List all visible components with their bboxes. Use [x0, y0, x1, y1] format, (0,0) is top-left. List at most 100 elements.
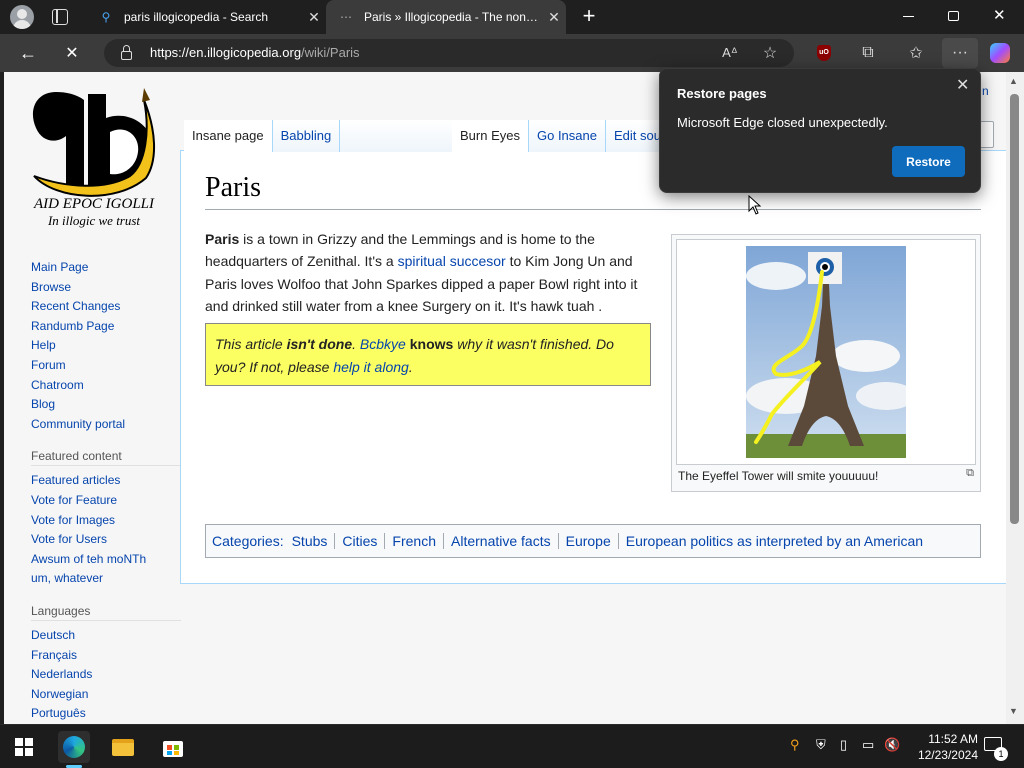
- spiritual-successor-link[interactable]: spiritual succesor: [398, 253, 506, 269]
- loading-icon: ⋯: [340, 10, 352, 24]
- url-text: https://en.illogicopedia.org/wiki/Paris: [150, 45, 360, 60]
- sidebar-item-recent-changes[interactable]: Recent Changes: [31, 297, 181, 317]
- favorites-icon[interactable]: ✩: [904, 41, 928, 65]
- featured-heading: Featured content: [31, 449, 181, 467]
- dialog-title: Restore pages: [677, 86, 767, 101]
- minimize-button[interactable]: [903, 16, 914, 17]
- sidebar-item-vote-images[interactable]: Vote for Images: [31, 511, 181, 531]
- categories-box: Categories: Stubs Cities French Alternat…: [205, 524, 981, 558]
- user-link[interactable]: Bcbkye: [360, 336, 406, 352]
- language-link[interactable]: Nederlands: [31, 665, 181, 685]
- tab-spacer: [340, 120, 454, 152]
- restore-pages-dialog: Restore pages Microsoft Edge closed unex…: [659, 68, 981, 193]
- sidebar-nav: Main Page Browse Recent Changes Randumb …: [31, 258, 181, 434]
- category-link[interactable]: Alternative facts: [443, 533, 558, 549]
- close-icon[interactable]: ✕: [542, 9, 566, 26]
- personal-link-fragment[interactable]: n: [982, 84, 989, 98]
- tab-burn-eyes[interactable]: Burn Eyes: [452, 120, 529, 152]
- tab-strip: ⚲ paris illogicopedia - Search ✕ ⋯ Paris…: [0, 0, 1024, 34]
- volume-muted-icon[interactable]: 🔇: [884, 737, 900, 753]
- sidebar-item-community-portal[interactable]: Community portal: [31, 415, 181, 435]
- tab-title: Paris » Illogicopedia - The nonsensical …: [364, 10, 542, 24]
- lock-icon: [121, 51, 132, 60]
- close-window-button[interactable]: ✕: [993, 6, 1006, 24]
- stub-notice: This article isn't done. Bcbkye knows wh…: [205, 323, 651, 386]
- clock[interactable]: 11:52 AM 12/23/2024: [902, 731, 978, 763]
- sidebar-item-browse[interactable]: Browse: [31, 278, 181, 298]
- scrollbar-thumb[interactable]: [1010, 94, 1019, 524]
- image-caption: The Eyeffel Tower will smite youuuuu!: [678, 469, 879, 483]
- toolbar: ← ✕ https://en.illogicopedia.org/wiki/Pa…: [0, 34, 1024, 72]
- file-explorer-icon[interactable]: [107, 731, 139, 763]
- profile-avatar[interactable]: [10, 5, 34, 29]
- sidebar-item-forum[interactable]: Forum: [31, 356, 181, 376]
- help-along-link[interactable]: help it along: [333, 359, 409, 375]
- sidebar-item-vote-feature[interactable]: Vote for Feature: [31, 491, 181, 511]
- back-button[interactable]: ←: [16, 41, 40, 65]
- lock-shackle-icon: [123, 45, 130, 52]
- page-title: Paris: [205, 172, 261, 203]
- page-tabs-left: Insane page Babbling: [184, 120, 454, 152]
- more-options-icon[interactable]: ···: [942, 38, 978, 68]
- extensions-icon[interactable]: ⧉: [856, 41, 880, 65]
- network-icon[interactable]: ▭: [862, 737, 874, 753]
- store-icon[interactable]: [157, 731, 189, 763]
- sidebar-item-featured-articles[interactable]: Featured articles: [31, 471, 181, 491]
- title-divider: [205, 209, 981, 210]
- stop-button[interactable]: ✕: [60, 41, 84, 65]
- tab-babbling[interactable]: Babbling: [272, 120, 341, 152]
- scroll-up-icon[interactable]: ▲: [1009, 76, 1018, 86]
- ublock-extension-icon[interactable]: uO: [812, 41, 836, 65]
- language-link[interactable]: Português: [31, 704, 181, 724]
- edge-taskbar-icon[interactable]: [58, 731, 90, 763]
- sidebar-item-awsum-month[interactable]: Awsum of teh moNTh: [31, 550, 181, 570]
- languages-heading: Languages: [31, 604, 181, 621]
- article-paragraph: Paris is a town in Grizzy and the Lemmin…: [205, 231, 638, 315]
- sidebar-item-whatever[interactable]: um, whatever: [31, 569, 181, 589]
- categories-label[interactable]: Categories:: [212, 533, 285, 549]
- tab-paris[interactable]: ⋯ Paris » Illogicopedia - The nonsensica…: [326, 0, 566, 34]
- tab-title: paris illogicopedia - Search: [124, 10, 269, 24]
- usb-icon[interactable]: ▯: [840, 737, 847, 753]
- image-thumbnail: The Eyeffel Tower will smite youuuuu! ⧉: [671, 234, 981, 492]
- category-link[interactable]: Stubs: [285, 533, 335, 549]
- search-tray-icon[interactable]: ⚲: [790, 737, 800, 753]
- read-aloud-icon[interactable]: Aᐞ: [718, 41, 742, 65]
- address-bar[interactable]: https://en.illogicopedia.org/wiki/Paris …: [104, 39, 794, 67]
- favorite-star-icon[interactable]: ☆: [758, 41, 782, 65]
- close-icon[interactable]: ✕: [956, 75, 969, 95]
- tab-search[interactable]: ⚲ paris illogicopedia - Search ✕: [86, 0, 326, 34]
- category-link[interactable]: Europe: [557, 533, 618, 549]
- dialog-message: Microsoft Edge closed unexpectedly.: [677, 115, 888, 130]
- language-link[interactable]: Norwegian: [31, 685, 181, 705]
- eiffel-tower-image[interactable]: [746, 246, 906, 458]
- tab-actions-icon[interactable]: [52, 9, 68, 25]
- defender-icon[interactable]: ⛨: [816, 737, 826, 753]
- language-link[interactable]: Deutsch: [31, 626, 181, 646]
- sidebar-item-random-page[interactable]: Randumb Page: [31, 317, 181, 337]
- page-tabs-right: Burn Eyes Go Insane Edit sour: [452, 120, 674, 152]
- category-link[interactable]: European politics as interpreted by an A…: [617, 533, 930, 549]
- tab-go-insane[interactable]: Go Insane: [528, 120, 606, 152]
- category-link[interactable]: Cities: [334, 533, 384, 549]
- close-icon[interactable]: ✕: [302, 9, 326, 26]
- restore-button[interactable]: Restore: [892, 146, 965, 177]
- windows-start-icon[interactable]: [8, 731, 40, 763]
- language-link[interactable]: Français: [31, 646, 181, 666]
- restore-button[interactable]: [948, 11, 959, 21]
- sidebar-item-help[interactable]: Help: [31, 336, 181, 356]
- sidebar-item-vote-users[interactable]: Vote for Users: [31, 530, 181, 550]
- page-scrollbar[interactable]: ▲ ▼: [1006, 72, 1024, 724]
- sidebar-item-chatroom[interactable]: Chatroom: [31, 376, 181, 396]
- mouse-cursor-icon: [748, 195, 762, 215]
- sidebar: Main Page Browse Recent Changes Randumb …: [31, 258, 181, 724]
- scroll-down-icon[interactable]: ▼: [1009, 706, 1018, 716]
- copilot-icon[interactable]: [988, 41, 1012, 65]
- tab-insane-page[interactable]: Insane page: [184, 120, 273, 152]
- category-link[interactable]: French: [384, 533, 443, 549]
- search-icon: ⚲: [101, 10, 111, 24]
- new-tab-button[interactable]: +: [578, 4, 600, 28]
- sidebar-item-main-page[interactable]: Main Page: [31, 258, 181, 278]
- magnify-icon[interactable]: ⧉: [966, 467, 974, 480]
- sidebar-item-blog[interactable]: Blog: [31, 395, 181, 415]
